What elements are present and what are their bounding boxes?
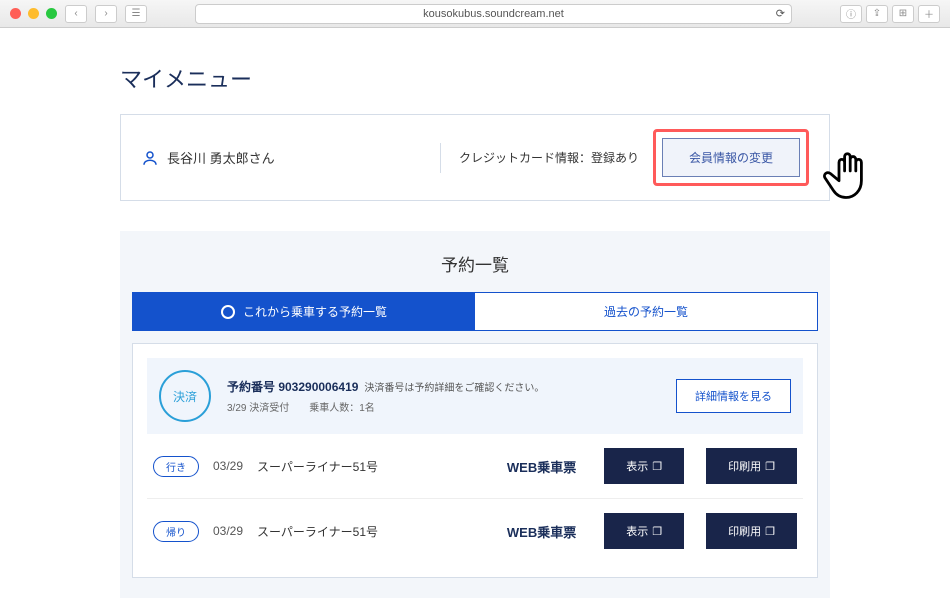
tab-past[interactable]: 過去の予約一覧 <box>475 293 817 330</box>
status-badge: 決済 <box>159 370 211 422</box>
tab-upcoming[interactable]: これから乗車する予約一覧 <box>133 293 475 330</box>
close-window-icon[interactable] <box>10 8 21 19</box>
ticket-label: WEB乗車票 <box>507 522 576 541</box>
share-button[interactable]: ⇪ <box>866 5 888 23</box>
maximize-window-icon[interactable] <box>46 8 57 19</box>
external-icon: ❐ <box>765 460 775 473</box>
show-ticket-button[interactable]: 表示❐ <box>604 513 684 549</box>
reservation-number: 予約番号 903290006419 <box>227 380 358 394</box>
address-bar[interactable]: kousokubus.soundcream.net ⟳ <box>195 4 792 24</box>
tabs: これから乗車する予約一覧 過去の予約一覧 <box>132 292 818 331</box>
trip-row-outbound: 行き 03/29 スーパーライナー51号 WEB乗車票 表示❐ 印刷用❐ <box>147 434 803 499</box>
direction-badge: 行き <box>153 456 199 477</box>
print-ticket-button[interactable]: 印刷用❐ <box>706 513 797 549</box>
highlight-box: 会員情報の変更 <box>653 129 809 186</box>
reload-icon[interactable]: ⟳ <box>776 7 785 20</box>
reservation-section: 予約一覧 これから乗車する予約一覧 過去の予約一覧 決済 予約番号 903290… <box>120 231 830 598</box>
reservation-sub: 3/29 決済受付 乗車人数：1名 <box>227 399 544 414</box>
minimize-window-icon[interactable] <box>28 8 39 19</box>
credit-card-status: クレジットカード情報：登録あり <box>459 149 639 166</box>
reader-button[interactable]: ⓘ <box>840 5 862 23</box>
forward-button[interactable]: › <box>95 5 117 23</box>
print-ticket-button[interactable]: 印刷用❐ <box>706 448 797 484</box>
sidebar-button[interactable]: ☰ <box>125 5 147 23</box>
view-details-button[interactable]: 詳細情報を見る <box>676 379 791 413</box>
ticket-label: WEB乗車票 <box>507 457 576 476</box>
page-title: マイメニュー <box>120 62 830 94</box>
tabs-button[interactable]: ⊞ <box>892 5 914 23</box>
change-member-info-button[interactable]: 会員情報の変更 <box>662 138 800 177</box>
back-button[interactable]: ‹ <box>65 5 87 23</box>
reservation-note: 決済番号は予約詳細をご確認ください。 <box>364 383 544 394</box>
url-text: kousokubus.soundcream.net <box>423 8 564 20</box>
user-name: 長谷川 勇太郎さん <box>167 148 275 167</box>
user-icon <box>141 149 159 167</box>
new-tab-button[interactable]: ＋ <box>918 5 940 23</box>
reservation-header: 決済 予約番号 903290006419 決済番号は予約詳細をご確認ください。 3… <box>147 358 803 434</box>
browser-toolbar: ‹ › ☰ kousokubus.soundcream.net ⟳ ⓘ ⇪ ⊞ … <box>0 0 950 28</box>
trip-name: スーパーライナー51号 <box>257 458 378 475</box>
trip-date: 03/29 <box>213 459 243 473</box>
trip-name: スーパーライナー51号 <box>257 523 378 540</box>
window-controls[interactable] <box>10 8 57 19</box>
section-title: 予約一覧 <box>132 251 818 276</box>
external-icon: ❐ <box>652 460 662 473</box>
user-info-box: 長谷川 勇太郎さん クレジットカード情報：登録あり 会員情報の変更 <box>120 114 830 201</box>
tab-upcoming-label: これから乗車する予約一覧 <box>243 303 387 320</box>
trip-row-return: 帰り 03/29 スーパーライナー51号 WEB乗車票 表示❐ 印刷用❐ <box>147 499 803 563</box>
show-ticket-button[interactable]: 表示❐ <box>604 448 684 484</box>
direction-badge: 帰り <box>153 521 199 542</box>
divider <box>440 143 441 173</box>
reservation-card: 決済 予約番号 903290006419 決済番号は予約詳細をご確認ください。 3… <box>132 343 818 578</box>
